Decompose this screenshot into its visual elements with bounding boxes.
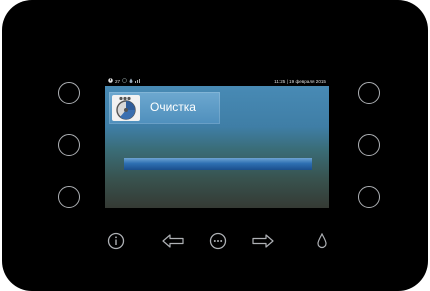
status-bar: 27 11:25 | 19 февраля 2015 <box>105 77 329 86</box>
progress-fill <box>124 158 312 170</box>
arrow-left-icon[interactable] <box>162 234 184 253</box>
left-button-bottom[interactable] <box>58 186 80 208</box>
menu-dots-icon[interactable] <box>209 232 227 255</box>
control-panel: 27 11:25 | 19 февраля 2015 Очистка <box>2 0 428 291</box>
display-screen: 27 11:25 | 19 февраля 2015 Очистка <box>105 77 329 208</box>
mode-title: Очистка <box>150 100 196 114</box>
left-button-top[interactable] <box>58 82 80 104</box>
water-drop-status-icon <box>129 77 133 86</box>
right-button-bottom[interactable] <box>358 186 380 208</box>
right-button-middle[interactable] <box>358 134 380 156</box>
water-drop-icon[interactable] <box>316 232 328 254</box>
info-icon[interactable] <box>107 232 125 255</box>
status-indicator-text: 27 <box>115 79 121 84</box>
right-button-top[interactable] <box>358 82 380 104</box>
mode-header: Очистка <box>109 92 220 124</box>
progress-bar <box>124 158 312 170</box>
power-status-icon <box>108 77 113 86</box>
arrow-right-icon[interactable] <box>252 234 274 253</box>
signal-status-icon <box>135 77 142 86</box>
left-button-middle[interactable] <box>58 134 80 156</box>
status-datetime: 11:25 | 19 февраля 2015 <box>274 79 326 84</box>
info-status-icon <box>122 77 127 86</box>
cleaning-cycle-icon <box>112 95 140 121</box>
